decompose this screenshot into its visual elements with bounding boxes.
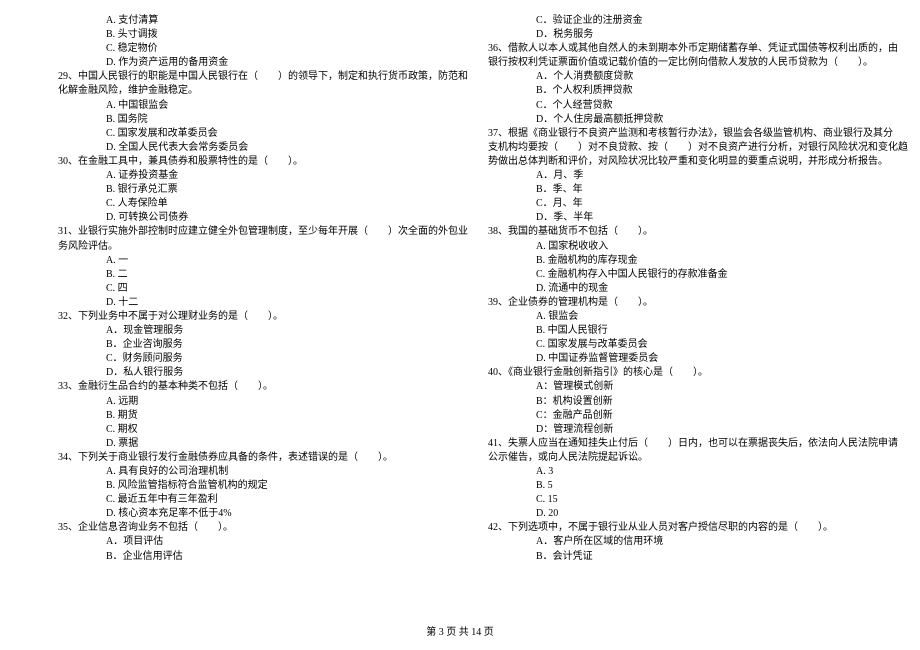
option-text: A：管理模式创新: [470, 380, 880, 394]
question-text: 42、下列选项中，不属于银行业从业人员对客户授信尽职的内容的是（ ）。: [470, 521, 880, 535]
question-text: 29、中国人民银行的职能是中国人民银行在（ ）的领导下，制定和执行货币政策，防范…: [40, 70, 450, 84]
option-text: C. 人寿保险单: [40, 197, 450, 211]
option-text: C．验证企业的注册资金: [470, 14, 880, 28]
question-text: 33、金融衍生品合约的基本种类不包括（ ）。: [40, 380, 450, 394]
option-text: A. 具有良好的公司治理机制: [40, 465, 450, 479]
option-text: D．个人住房最高额抵押贷款: [470, 113, 880, 127]
option-text: B. 中国人民银行: [470, 324, 880, 338]
question-text: 势做出总体判断和评价，对风险状况比较严重和变化明显的要重点说明，并形成分析报告。: [470, 155, 880, 169]
page-footer: 第 3 页 共 14 页: [0, 623, 920, 638]
option-text: B. 期货: [40, 409, 450, 423]
option-text: D. 作为资产运用的备用资金: [40, 56, 450, 70]
option-text: B．季、年: [470, 183, 880, 197]
option-text: C. 国家发展与改革委员会: [470, 338, 880, 352]
option-text: D. 票据: [40, 437, 450, 451]
option-text: D．季、半年: [470, 211, 880, 225]
option-text: C．财务顾问服务: [40, 352, 450, 366]
option-text: D. 中国证券监督管理委员会: [470, 352, 880, 366]
question-text: 30、在金融工具中，兼具债券和股票特性的是（ ）。: [40, 155, 450, 169]
option-text: B：机构设置创新: [470, 395, 880, 409]
question-text: 35、企业信息咨询业务不包括（ ）。: [40, 521, 450, 535]
question-text: 务风险评估。: [40, 240, 450, 254]
option-text: A. 支付清算: [40, 14, 450, 28]
option-text: B. 国务院: [40, 113, 450, 127]
option-text: D. 全国人民代表大会常务委员会: [40, 141, 450, 155]
option-text: A. 远期: [40, 395, 450, 409]
question-text: 38、我国的基础货币不包括（ ）。: [470, 225, 880, 239]
left-column: A. 支付清算 B. 头寸调拨 C. 稳定物价 D. 作为资产运用的备用资金 2…: [40, 14, 460, 620]
option-text: A．现金管理服务: [40, 324, 450, 338]
question-text: 银行按权利凭证票面价值或记载价值的一定比例向借款人发放的人民币贷款为（ ）。: [470, 56, 880, 70]
option-text: A. 国家税收收入: [470, 240, 880, 254]
option-text: D：管理流程创新: [470, 423, 880, 437]
option-text: D．私人银行服务: [40, 366, 450, 380]
option-text: D. 流通中的现金: [470, 282, 880, 296]
option-text: B．个人权利质押贷款: [470, 84, 880, 98]
option-text: A. 中国银监会: [40, 99, 450, 113]
option-text: C. 稳定物价: [40, 42, 450, 56]
question-text: 34、下列关于商业银行发行金融债券应具备的条件，表述错误的是（ ）。: [40, 451, 450, 465]
question-text: 31、业银行实施外部控制时应建立健全外包管理制度，至少每年开展（ ）次全面的外包…: [40, 225, 450, 239]
question-text: 41、失票人应当在通知挂失止付后（ ）日内，也可以在票据丧失后，依法向人民法院申…: [470, 437, 880, 451]
option-text: A. 证券投资基金: [40, 169, 450, 183]
page-container: A. 支付清算 B. 头寸调拨 C. 稳定物价 D. 作为资产运用的备用资金 2…: [0, 0, 920, 620]
option-text: D. 可转换公司债券: [40, 211, 450, 225]
option-text: C. 金融机构存入中国人民银行的存款准备金: [470, 268, 880, 282]
question-text: 40、《商业银行金融创新指引》的核心是（ ）。: [470, 366, 880, 380]
option-text: C．个人经营贷款: [470, 99, 880, 113]
question-text: 37、根据《商业银行不良资产监测和考核暂行办法》，银监会各级监管机构、商业银行及…: [470, 127, 880, 141]
option-text: A. 银监会: [470, 310, 880, 324]
option-text: B. 银行承兑汇票: [40, 183, 450, 197]
question-text: 支机构均要按（ ）对不良贷款、按（ ）对不良资产进行分析，对银行风险状况和变化趋: [470, 141, 880, 155]
option-text: D．税务服务: [470, 28, 880, 42]
option-text: B．企业咨询服务: [40, 338, 450, 352]
question-text: 32、下列业务中不属于对公理财业务的是（ ）。: [40, 310, 450, 324]
option-text: B. 5: [470, 479, 880, 493]
option-text: B. 风险监管指标符合监管机构的规定: [40, 479, 450, 493]
question-text: 36、借款人以本人或其他自然人的未到期本外币定期储蓄存单、凭证式国债等权利出质的…: [470, 42, 880, 56]
option-text: D. 十二: [40, 296, 450, 310]
option-text: B. 头寸调拨: [40, 28, 450, 42]
option-text: C. 四: [40, 282, 450, 296]
option-text: A．项目评估: [40, 535, 450, 549]
option-text: A．月、季: [470, 169, 880, 183]
right-column: C．验证企业的注册资金 D．税务服务 36、借款人以本人或其他自然人的未到期本外…: [460, 14, 880, 620]
option-text: C．月、年: [470, 197, 880, 211]
question-text: 公示催告，或向人民法院提起诉讼。: [470, 451, 880, 465]
option-text: B. 金融机构的库存现金: [470, 254, 880, 268]
option-text: A. 3: [470, 465, 880, 479]
question-text: 化解金融风险，维护金融稳定。: [40, 84, 450, 98]
option-text: A. 一: [40, 254, 450, 268]
option-text: C. 期权: [40, 423, 450, 437]
option-text: D. 核心资本充足率不低于4%: [40, 507, 450, 521]
option-text: C. 国家发展和改革委员会: [40, 127, 450, 141]
question-text: 39、企业债券的管理机构是（ ）。: [470, 296, 880, 310]
option-text: C：金融产品创新: [470, 409, 880, 423]
option-text: C. 15: [470, 493, 880, 507]
option-text: B. 二: [40, 268, 450, 282]
option-text: A．个人消费额度贷款: [470, 70, 880, 84]
option-text: B．会计凭证: [470, 550, 880, 564]
option-text: D. 20: [470, 507, 880, 521]
option-text: A．客户所在区域的信用环境: [470, 535, 880, 549]
option-text: B．企业信用评估: [40, 550, 450, 564]
option-text: C. 最近五年中有三年盈利: [40, 493, 450, 507]
